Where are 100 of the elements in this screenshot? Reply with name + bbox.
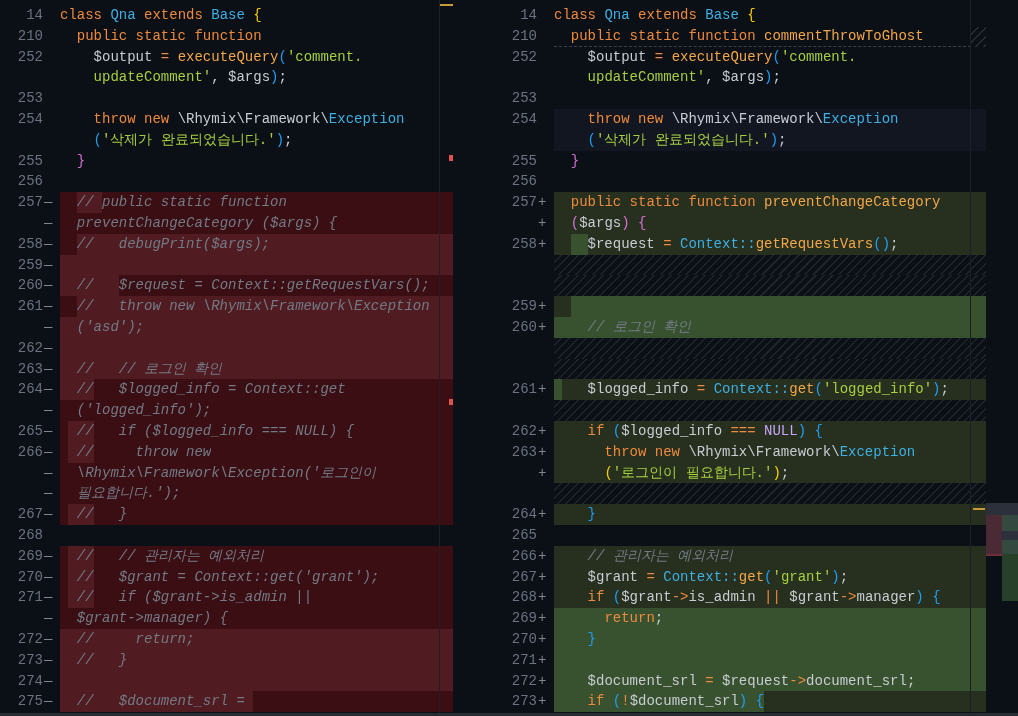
code-line: public static function preventChangeCategory bbox=[554, 192, 941, 213]
plus-marker: + bbox=[538, 629, 547, 649]
code-line: throw new \Rhymix\Framework\Exception bbox=[92, 110, 405, 129]
line-number: 267 bbox=[17, 505, 43, 525]
code-line: public static function commentThrowToGhost bbox=[569, 26, 924, 46]
line-number: 259 bbox=[17, 255, 43, 275]
minus-marker: — bbox=[44, 692, 53, 712]
line-number: 256 bbox=[511, 172, 537, 192]
minus-marker: — bbox=[44, 546, 53, 566]
line-number: 268 bbox=[17, 525, 43, 545]
line-number: 271 bbox=[17, 588, 43, 608]
line-number: 14 bbox=[26, 6, 43, 25]
minus-marker: — bbox=[44, 463, 53, 483]
plus-marker: + bbox=[538, 442, 547, 462]
line-number: 262 bbox=[511, 421, 537, 441]
line-number: 268 bbox=[511, 588, 537, 608]
code-line: // } bbox=[60, 504, 128, 525]
plus-marker: + bbox=[538, 380, 547, 400]
line-number: 264 bbox=[17, 380, 43, 400]
plus-marker: + bbox=[538, 588, 547, 608]
line-number: 266 bbox=[17, 442, 43, 462]
minus-marker: — bbox=[44, 193, 53, 213]
line-number: 255 bbox=[511, 151, 537, 171]
code-line: throw new \Rhymix\Framework\Exception bbox=[586, 110, 899, 129]
plus-marker: + bbox=[538, 234, 547, 254]
line-number: 269 bbox=[17, 546, 43, 566]
minus-marker: — bbox=[44, 629, 53, 649]
line-number: 257 bbox=[511, 193, 537, 213]
line-number: 261 bbox=[17, 297, 43, 317]
minus-marker: — bbox=[44, 421, 53, 441]
line-number: 270 bbox=[511, 629, 537, 649]
code-line: $request = Context::getRequestVars(); bbox=[554, 233, 899, 255]
minus-marker: — bbox=[44, 484, 53, 504]
code-line: ($args) { bbox=[554, 212, 647, 234]
line-number: 270 bbox=[17, 567, 43, 587]
minus-marker: — bbox=[44, 276, 53, 296]
plus-marker: + bbox=[538, 692, 547, 712]
plus-marker: + bbox=[538, 213, 547, 233]
minus-marker: — bbox=[44, 234, 53, 254]
code-line: } bbox=[569, 151, 580, 171]
plus-marker: + bbox=[538, 650, 547, 670]
line-number: 256 bbox=[17, 172, 43, 192]
code-line: class Qna extends Base { bbox=[60, 6, 262, 25]
line-number: 210 bbox=[17, 26, 43, 46]
minus-marker: — bbox=[44, 505, 53, 525]
line-number: 263 bbox=[17, 359, 43, 379]
code-line: updateComment', $args); bbox=[92, 68, 287, 88]
line-number: 273 bbox=[17, 650, 43, 670]
line-number: 275 bbox=[17, 692, 43, 712]
line-number: 265 bbox=[511, 525, 537, 545]
minus-marker: — bbox=[44, 671, 53, 691]
line-number: 253 bbox=[17, 89, 43, 109]
line-number: 261 bbox=[511, 380, 537, 400]
line-number: 254 bbox=[17, 110, 43, 129]
line-number: 271 bbox=[511, 650, 537, 670]
minus-marker: — bbox=[44, 359, 53, 379]
line-number: 272 bbox=[511, 671, 537, 691]
indent-block bbox=[554, 296, 571, 317]
code-line: return; bbox=[554, 608, 664, 629]
code-line: $output = executeQuery('comment. bbox=[586, 47, 857, 67]
code-line: // public static function bbox=[60, 192, 287, 213]
minus-marker: — bbox=[44, 609, 53, 629]
cursor-marker-icon bbox=[440, 4, 453, 6]
line-number: 252 bbox=[511, 47, 537, 67]
minus-marker: — bbox=[44, 442, 53, 462]
line-number: 252 bbox=[17, 47, 43, 67]
line-number: 260 bbox=[511, 317, 537, 337]
line-number: 254 bbox=[511, 110, 537, 129]
code-line: // $logged_info = Context::get bbox=[60, 379, 346, 401]
minus-marker: — bbox=[44, 588, 53, 608]
plus-marker: + bbox=[538, 505, 547, 525]
code-line: // debugPrint($args); bbox=[60, 233, 270, 255]
code-line: updateComment', $args); bbox=[586, 68, 781, 88]
minus-marker: — bbox=[44, 213, 53, 233]
plus-marker: + bbox=[538, 671, 547, 691]
plus-marker: + bbox=[538, 567, 547, 587]
code-line: if (!$document_srl) { bbox=[554, 691, 765, 713]
code-line: // // 관리자는 예외처리 bbox=[60, 545, 265, 567]
plus-marker: + bbox=[538, 297, 547, 317]
line-number: 262 bbox=[17, 338, 43, 358]
minus-marker: — bbox=[44, 255, 53, 275]
code-line: throw new \Rhymix\Framework\Exception bbox=[554, 441, 916, 463]
minus-marker: — bbox=[44, 401, 53, 421]
code-line: // $request = Context::getRequestVars(); bbox=[60, 275, 430, 297]
line-number: 210 bbox=[511, 26, 537, 46]
line-number: 258 bbox=[511, 234, 537, 254]
line-number: 273 bbox=[511, 692, 537, 712]
change-marker-icon bbox=[449, 155, 453, 161]
plus-marker: + bbox=[538, 546, 547, 566]
line-number: 265 bbox=[17, 421, 43, 441]
plus-marker: + bbox=[538, 609, 547, 629]
line-number: 264 bbox=[511, 505, 537, 525]
line-number: 253 bbox=[511, 89, 537, 109]
code-line: // throw new \Rhymix\Framework\Exception bbox=[60, 296, 430, 317]
code-line: public static function bbox=[75, 26, 262, 46]
minus-marker: — bbox=[44, 567, 53, 587]
line-number: 14 bbox=[520, 6, 537, 25]
line-number: 266 bbox=[511, 546, 537, 566]
code-line: // $grant = Context::get('grant'); bbox=[60, 566, 380, 588]
plus-marker: + bbox=[538, 421, 547, 441]
